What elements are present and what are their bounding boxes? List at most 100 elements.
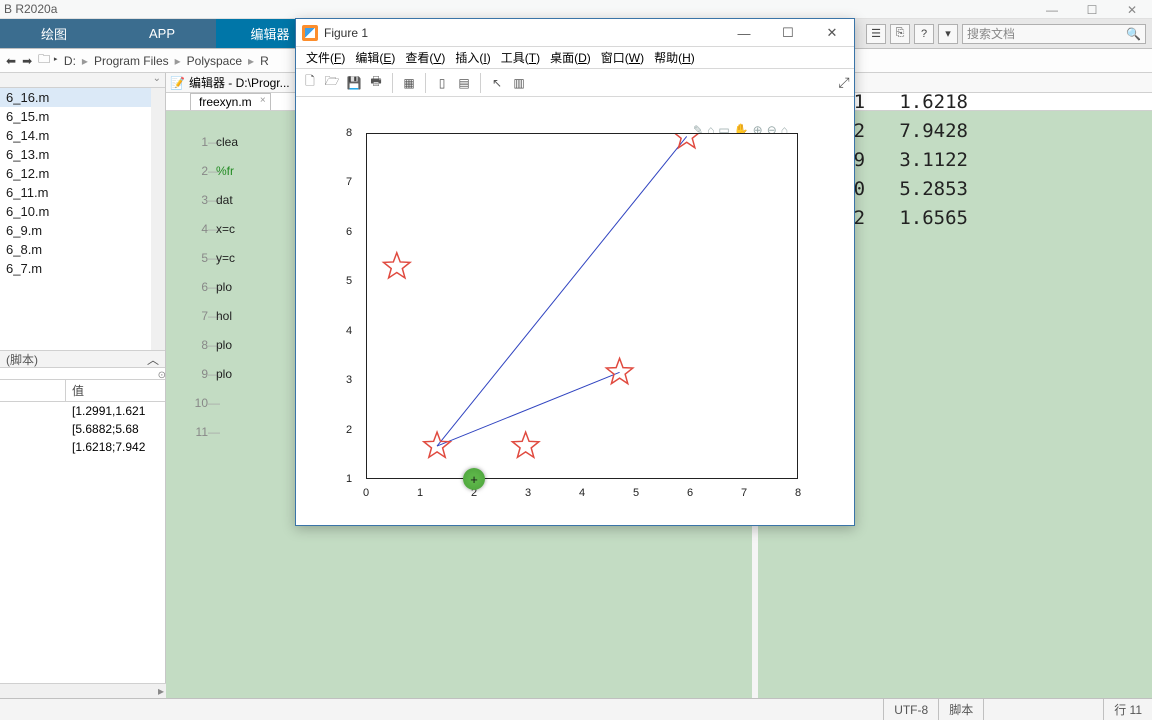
h-scrollbar[interactable]: ▸ (0, 683, 166, 698)
search-input[interactable]: 搜索文档 🔍 (962, 24, 1146, 44)
file-item[interactable]: 6_15.m (0, 107, 165, 126)
xtick: 1 (417, 487, 423, 499)
close-button[interactable]: ✕ (1112, 0, 1152, 19)
minimize-button[interactable]: — (1032, 0, 1072, 19)
menu-w[interactable]: 窗口(W) (597, 49, 648, 66)
details-header[interactable]: (脚本) ︿ (0, 350, 165, 368)
ytick: 2 (346, 424, 352, 436)
help-icon[interactable]: ? (914, 24, 934, 44)
prefs-icon[interactable]: ▾ (938, 24, 958, 44)
search-icon: 🔍 (1126, 27, 1141, 41)
status-line: 行 11 (1103, 699, 1152, 720)
crumb-drive[interactable]: D: (64, 54, 76, 68)
plot-svg (367, 134, 797, 478)
axes-container: ✎⌂▭✋⊕⊖⌂ 12345678 012345678 + (348, 127, 798, 497)
fig-close-button[interactable]: ✕ (810, 19, 854, 47)
crumb-seg1[interactable]: Program Files (94, 54, 169, 68)
app-title-bar: B R2020a (0, 0, 1152, 19)
command-output: 91 1.6218 32 7.9428 39 3.1122 90 5.2853 … (842, 88, 968, 233)
status-mode: 脚本 (938, 699, 983, 720)
chevron-down-icon[interactable]: ⌄ (153, 73, 161, 84)
workspace-row[interactable]: [5.6882;5.68 (0, 420, 165, 438)
layout-icon[interactable]: ⎘ (890, 24, 910, 44)
file-item[interactable]: 6_10.m (0, 202, 165, 221)
menu-h[interactable]: 帮助(H) (650, 49, 699, 66)
nav-back-icon[interactable]: ⬅ (6, 54, 16, 68)
file-list[interactable]: 6_16.m6_15.m6_14.m6_13.m6_12.m6_11.m6_10… (0, 88, 165, 350)
print-icon[interactable]: 🖶 (366, 73, 386, 93)
ytick: 3 (346, 374, 352, 386)
figure-title: Figure 1 (324, 26, 368, 40)
pointer-icon[interactable]: ↖ (487, 73, 507, 93)
axes[interactable] (366, 133, 798, 479)
figure-toolbar[interactable]: 🗋 🗁 💾 🖶 ▦ ▯ ▤ ↖ ▥ ⤢ (296, 69, 854, 97)
ws-col-name[interactable] (0, 380, 66, 401)
workspace-row[interactable]: [1.2991,1.621 (0, 402, 165, 420)
folder-icon[interactable]: 🗀 ▸ (38, 50, 58, 71)
file-item[interactable]: 6_11.m (0, 183, 165, 202)
scrollbar[interactable] (151, 88, 165, 350)
file-item[interactable]: 6_14.m (0, 126, 165, 145)
open-icon[interactable]: 🗁 (322, 73, 342, 93)
file-item[interactable]: 6_13.m (0, 145, 165, 164)
menu-v[interactable]: 查看(V) (401, 49, 449, 66)
current-folder-panel: ⌄ 6_16.m6_15.m6_14.m6_13.m6_12.m6_11.m6_… (0, 73, 166, 698)
figure-titlebar[interactable]: Figure 1 — ☐ ✕ (296, 19, 854, 47)
ytick: 5 (346, 275, 352, 287)
new-fig-icon[interactable]: 🗋 (300, 73, 320, 93)
app-title: B R2020a (4, 2, 57, 16)
main-window-controls: — ☐ ✕ (1032, 0, 1152, 19)
crumb-seg2[interactable]: Polyspace (187, 54, 242, 68)
matlab-figure-icon (302, 25, 318, 41)
menu-e[interactable]: 编辑(E) (351, 49, 399, 66)
grid-icon[interactable]: ▤ (454, 73, 474, 93)
figure-menubar[interactable]: 文件(F)编辑(E)查看(V)插入(I)工具(T)桌面(D)窗口(W)帮助(H) (296, 47, 854, 69)
layout1-icon[interactable]: ▦ (399, 73, 419, 93)
fig-minimize-button[interactable]: — (722, 19, 766, 47)
xtick: 7 (741, 487, 747, 499)
workspace-panel: 值 [1.2991,1.621[5.6882;5.68[1.6218;7.942 (0, 380, 165, 698)
xtick: 4 (579, 487, 585, 499)
chevron-up-icon: ︿ (147, 351, 159, 368)
properties-icon[interactable]: ▥ (509, 73, 529, 93)
workspace-row[interactable]: [1.6218;7.942 (0, 438, 165, 456)
menu-i[interactable]: 插入(I) (451, 49, 494, 66)
ytick: 4 (346, 325, 352, 337)
menu-t[interactable]: 工具(T) (497, 49, 544, 66)
ytick: 7 (346, 176, 352, 188)
filelist-header: ⌄ (0, 73, 165, 88)
shortcut-icon[interactable]: ☰ (866, 24, 886, 44)
crumb-seg3[interactable]: R (260, 54, 269, 68)
editor-doc-icon: 📝 (170, 76, 185, 90)
inspector-icon[interactable]: ▯ (432, 73, 452, 93)
ytick: 8 (346, 127, 352, 139)
file-item[interactable]: 6_7.m (0, 259, 165, 278)
tab-plot[interactable]: 绘图 (0, 19, 108, 48)
xtick: 3 (525, 487, 531, 499)
data-cursor[interactable]: + (463, 468, 485, 490)
ytick: 6 (346, 226, 352, 238)
file-item[interactable]: 6_16.m (0, 88, 165, 107)
nav-fwd-icon[interactable]: ➡ (22, 54, 32, 68)
close-tab-icon[interactable]: × (260, 95, 266, 106)
status-encoding: UTF-8 (883, 699, 938, 720)
editor-code[interactable]: clea%frdatx=cy=cploholploplo (216, 128, 238, 389)
ws-col-value[interactable]: 值 (66, 380, 165, 401)
figure-window[interactable]: Figure 1 — ☐ ✕ 文件(F)编辑(E)查看(V)插入(I)工具(T)… (295, 18, 855, 526)
dock-icon[interactable]: ⤢ (834, 73, 854, 93)
save-icon[interactable]: 💾 (344, 73, 364, 93)
file-item[interactable]: 6_12.m (0, 164, 165, 183)
file-item[interactable]: 6_8.m (0, 240, 165, 259)
panel-menu-icon[interactable]: ⊙ (158, 370, 166, 381)
maximize-button[interactable]: ☐ (1072, 0, 1112, 19)
menu-d[interactable]: 桌面(D) (546, 49, 595, 66)
file-item[interactable]: 6_9.m (0, 221, 165, 240)
xtick: 0 (363, 487, 369, 499)
editor-gutter: 1234567891011 (180, 128, 208, 447)
editor-file-tab[interactable]: freexyn.m × (190, 93, 271, 110)
fig-maximize-button[interactable]: ☐ (766, 19, 810, 47)
menu-f[interactable]: 文件(F) (302, 49, 349, 66)
xtick: 5 (633, 487, 639, 499)
status-bar: UTF-8 脚本 行 11 (0, 698, 1152, 720)
tab-app[interactable]: APP (108, 19, 216, 48)
